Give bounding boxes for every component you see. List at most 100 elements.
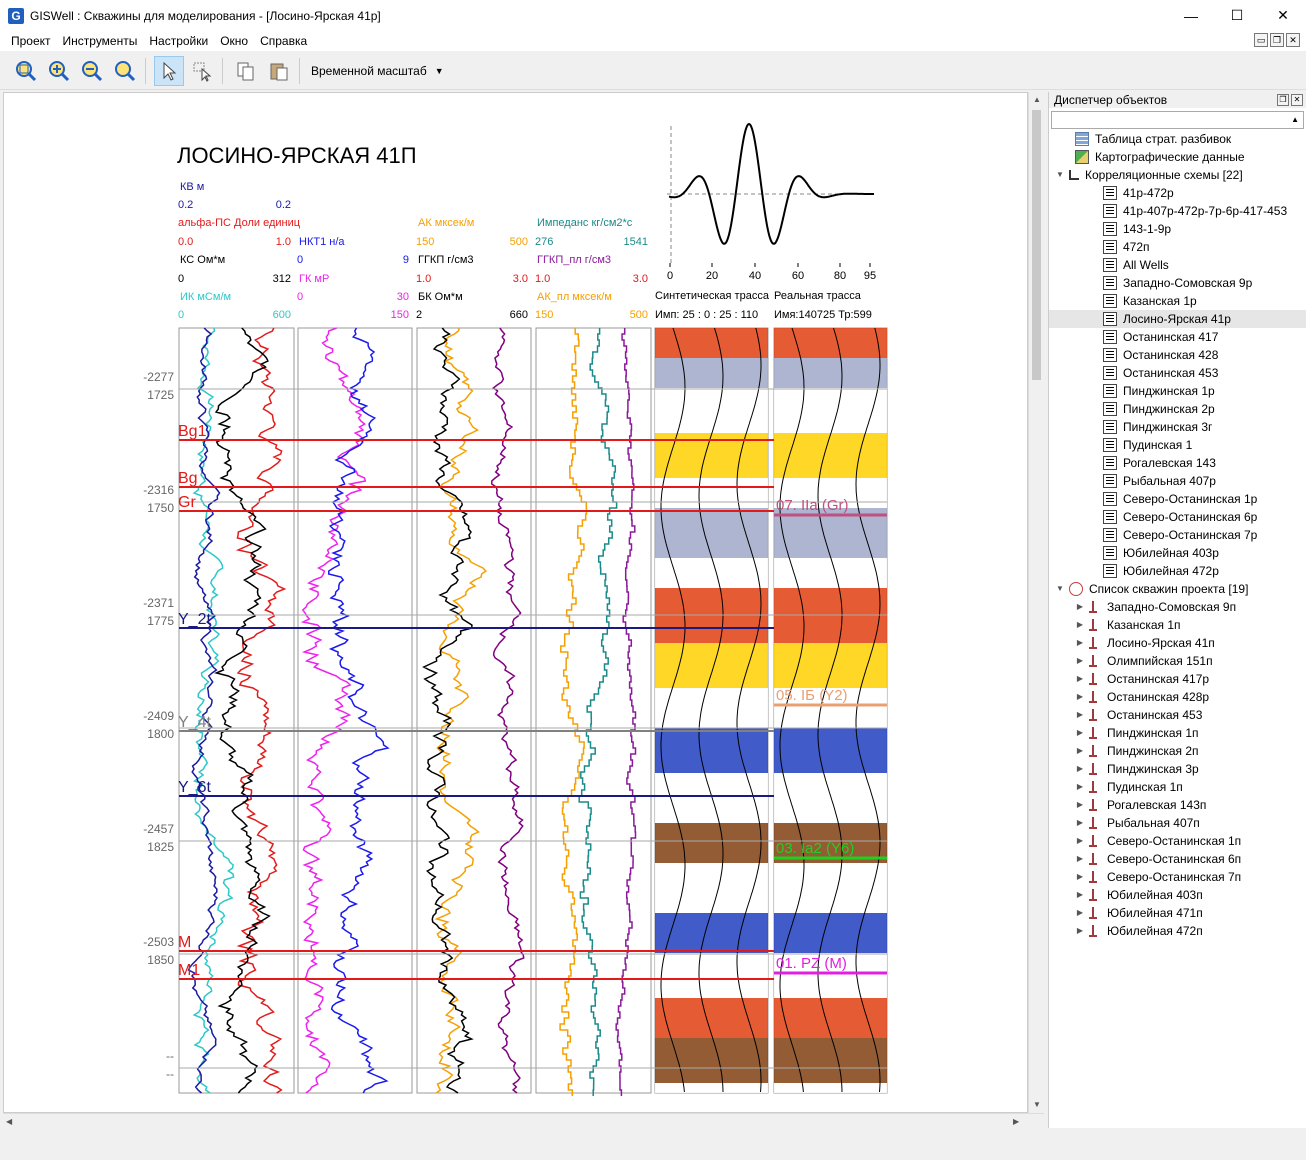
- menu-settings[interactable]: Настройки: [143, 31, 214, 51]
- tree-item-correlation[interactable]: Казанская 1р: [1049, 292, 1306, 310]
- collapsed-arrow-icon[interactable]: ▶: [1075, 814, 1085, 832]
- tree-item-label: Рогалевская 143: [1123, 456, 1216, 470]
- zoom-in-icon[interactable]: [44, 56, 74, 86]
- tree-item-correlation[interactable]: Останинская 417: [1049, 328, 1306, 346]
- tree-item-correlation[interactable]: All Wells: [1049, 256, 1306, 274]
- tree-item-correlation[interactable]: 472п: [1049, 238, 1306, 256]
- expanded-arrow-icon[interactable]: ▼: [1055, 166, 1065, 184]
- scroll-up-icon[interactable]: ▲: [1033, 95, 1041, 104]
- scroll-down-icon[interactable]: ▼: [1033, 1100, 1041, 1109]
- tree-item-well[interactable]: ▶ Пинджинская 2п: [1049, 742, 1306, 760]
- tree-item-correlation[interactable]: 143-1-9р: [1049, 220, 1306, 238]
- collapsed-arrow-icon[interactable]: ▶: [1075, 688, 1085, 706]
- mdi-restore-button[interactable]: ❐: [1270, 33, 1284, 47]
- select-tool-icon[interactable]: [187, 56, 217, 86]
- tree-item-carto[interactable]: Картографические данные: [1049, 148, 1306, 166]
- tree-item-correlation[interactable]: Пинджинская 3г: [1049, 418, 1306, 436]
- collapsed-arrow-icon[interactable]: ▶: [1075, 886, 1085, 904]
- tree-item-correlation[interactable]: 41р-407р-472р-7р-6р-417-453: [1049, 202, 1306, 220]
- zoom-out-icon[interactable]: [77, 56, 107, 86]
- collapsed-arrow-icon[interactable]: ▶: [1075, 760, 1085, 778]
- tree-item-well[interactable]: ▶ Пинджинская 1п: [1049, 724, 1306, 742]
- tree-item-well[interactable]: ▶ Северо-Останинская 7п: [1049, 868, 1306, 886]
- collapsed-arrow-icon[interactable]: ▶: [1075, 850, 1085, 868]
- menu-window[interactable]: Окно: [214, 31, 254, 51]
- mdi-minimize-button[interactable]: ▭: [1254, 33, 1268, 47]
- tree-item-well[interactable]: ▶ Юбилейная 403п: [1049, 886, 1306, 904]
- tree-item-well[interactable]: ▶ Пудинская 1п: [1049, 778, 1306, 796]
- expanded-arrow-icon[interactable]: ▼: [1055, 580, 1065, 598]
- tree-group-wells[interactable]: ▼ Список скважин проекта [19]: [1049, 580, 1306, 598]
- collapsed-arrow-icon[interactable]: ▶: [1075, 652, 1085, 670]
- tree-item-well[interactable]: ▶ Рогалевская 143п: [1049, 796, 1306, 814]
- collapsed-arrow-icon[interactable]: ▶: [1075, 778, 1085, 796]
- tree-item-well[interactable]: ▶ Останинская 428р: [1049, 688, 1306, 706]
- mdi-close-button[interactable]: ✕: [1286, 33, 1300, 47]
- collapsed-arrow-icon[interactable]: ▶: [1075, 904, 1085, 922]
- menu-help[interactable]: Справка: [254, 31, 313, 51]
- collapsed-arrow-icon[interactable]: ▶: [1075, 868, 1085, 886]
- zoom-fit-icon[interactable]: [11, 56, 41, 86]
- tree-item-well[interactable]: ▶ Северо-Останинская 1п: [1049, 832, 1306, 850]
- menu-project[interactable]: Проект: [5, 31, 57, 51]
- log-view-canvas[interactable]: ЛОСИНО-ЯРСКАЯ 41П КВ м 0.2 0.2 альфа-ПС Доли…: [3, 92, 1028, 1113]
- horizontal-scrollbar[interactable]: ◀ ▶: [3, 1113, 1044, 1130]
- tree-item-correlation[interactable]: Рогалевская 143: [1049, 454, 1306, 472]
- collapsed-arrow-icon[interactable]: ▶: [1075, 796, 1085, 814]
- tree-item-well[interactable]: ▶ Западно-Сомовская 9п: [1049, 598, 1306, 616]
- tree-item-correlation[interactable]: Пинджинская 1р: [1049, 382, 1306, 400]
- scroll-right-icon[interactable]: ▶: [1013, 1117, 1019, 1126]
- alpha-ps-curve-name: альфа-ПС Доли единиц: [178, 217, 301, 229]
- collapsed-arrow-icon[interactable]: ▶: [1075, 832, 1085, 850]
- collapsed-arrow-icon[interactable]: ▶: [1075, 670, 1085, 688]
- tree-item-correlation[interactable]: Останинская 453: [1049, 364, 1306, 382]
- tree-item-well[interactable]: ▶ Рыбальная 407п: [1049, 814, 1306, 832]
- tree-item-correlation[interactable]: Останинская 428: [1049, 346, 1306, 364]
- tree-item-well[interactable]: ▶ Юбилейная 472п: [1049, 922, 1306, 940]
- well-log-plot[interactable]: ЛОСИНО-ЯРСКАЯ 41П КВ м 0.2 0.2 альфа-ПС Доли…: [4, 93, 1028, 1113]
- vertical-scrollbar[interactable]: ▲ ▼: [1028, 92, 1044, 1113]
- tree-group-correlation[interactable]: ▼ Корреляционные схемы [22]: [1049, 166, 1306, 184]
- tree-item-correlation[interactable]: Северо-Останинская 7р: [1049, 526, 1306, 544]
- maximize-button[interactable]: ☐: [1214, 0, 1260, 31]
- tree-item-well[interactable]: ▶ Северо-Останинская 6п: [1049, 850, 1306, 868]
- collapsed-arrow-icon[interactable]: ▶: [1075, 742, 1085, 760]
- tree-item-correlation[interactable]: Западно-Сомовская 9р: [1049, 274, 1306, 292]
- copy-icon[interactable]: [231, 56, 261, 86]
- collapsed-arrow-icon[interactable]: ▶: [1075, 706, 1085, 724]
- collapsed-arrow-icon[interactable]: ▶: [1075, 634, 1085, 652]
- tree-item-correlation[interactable]: Северо-Останинская 6р: [1049, 508, 1306, 526]
- tree-item-correlation[interactable]: Пудинская 1: [1049, 436, 1306, 454]
- collapsed-arrow-icon[interactable]: ▶: [1075, 598, 1085, 616]
- tree-item-correlation[interactable]: Пинджинская 2р: [1049, 400, 1306, 418]
- tree-item-well[interactable]: ▶ Юбилейная 471п: [1049, 904, 1306, 922]
- pointer-icon[interactable]: [154, 55, 184, 86]
- minimize-button[interactable]: —: [1168, 0, 1214, 31]
- time-scale-dropdown[interactable]: Временной масштаб: [311, 64, 427, 78]
- close-button[interactable]: ✕: [1260, 0, 1306, 31]
- paste-icon[interactable]: [264, 56, 294, 86]
- tree-item-correlation[interactable]: 41р-472р: [1049, 184, 1306, 202]
- vertical-scroll-thumb[interactable]: [1032, 110, 1041, 380]
- ks-curve-max: 312: [273, 273, 291, 285]
- collapsed-arrow-icon[interactable]: ▶: [1075, 922, 1085, 940]
- collapsed-arrow-icon[interactable]: ▶: [1075, 616, 1085, 634]
- chevron-down-icon[interactable]: ▼: [435, 66, 444, 76]
- collapsed-arrow-icon[interactable]: ▶: [1075, 724, 1085, 742]
- scroll-left-icon[interactable]: ◀: [6, 1117, 12, 1126]
- tree-item-well[interactable]: ▶ Пинджинская 3р: [1049, 760, 1306, 778]
- tree-item-correlation[interactable]: Лосино-Ярская 41р: [1049, 310, 1306, 328]
- tree-item-correlation[interactable]: Северо-Останинская 1р: [1049, 490, 1306, 508]
- tree-item-strat-table[interactable]: Таблица страт. разбивок: [1049, 130, 1306, 148]
- tree-item-well[interactable]: ▶ Лосино-Ярская 41п: [1049, 634, 1306, 652]
- zoom-reset-icon[interactable]: [110, 56, 140, 86]
- tree-item-well[interactable]: ▶ Казанская 1п: [1049, 616, 1306, 634]
- tree-item-correlation[interactable]: Рыбальная 407р: [1049, 472, 1306, 490]
- menu-bar: Проект Инструменты Настройки Окно Справк…: [0, 31, 1306, 51]
- menu-tools[interactable]: Инструменты: [57, 31, 144, 51]
- tree-item-correlation[interactable]: Юбилейная 472р: [1049, 562, 1306, 580]
- tree-item-well[interactable]: ▶ Олимпийская 151п: [1049, 652, 1306, 670]
- tree-item-well[interactable]: ▶ Останинская 417р: [1049, 670, 1306, 688]
- tree-item-well[interactable]: ▶ Останинская 453: [1049, 706, 1306, 724]
- tree-item-correlation[interactable]: Юбилейная 403р: [1049, 544, 1306, 562]
